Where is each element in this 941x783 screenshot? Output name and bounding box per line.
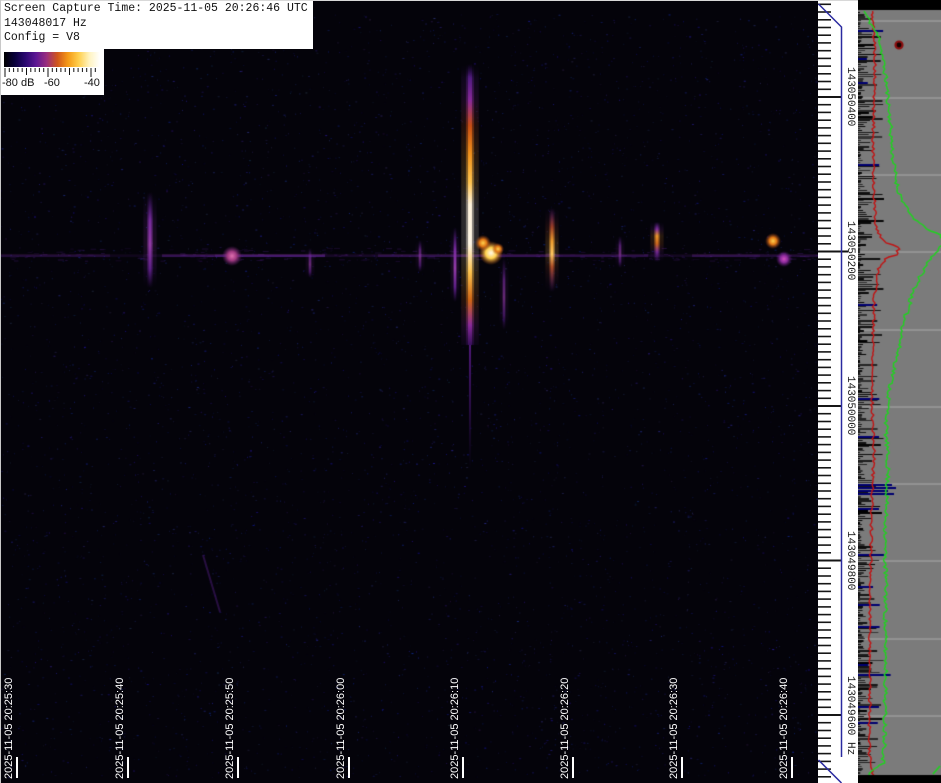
colorbar-labels: -80 dB -60 -40	[0, 77, 104, 93]
freq-axis-label: 143050000	[844, 376, 856, 436]
colorbar-label-mid: -60	[44, 77, 60, 89]
capture-info-box: Screen Capture Time: 2025-11-05 20:26:46…	[0, 0, 313, 49]
live-spectrum-side-panel	[858, 0, 941, 783]
capture-time-text: Screen Capture Time: 2025-11-05 20:26:46…	[4, 2, 308, 15]
freq-axis-label: 143049600 Hz	[844, 676, 856, 756]
top-border-line	[0, 0, 858, 1]
frequency-text: 143048017 Hz	[4, 16, 87, 30]
colorbar-label-min: -80 dB	[2, 77, 35, 89]
left-border-line	[0, 0, 1, 783]
frequency-ruler: 143050400 143050200 143050000 143049800 1430…	[818, 0, 858, 783]
config-text: Config = V8	[4, 31, 80, 44]
freq-axis-label: 143049800	[844, 531, 856, 591]
spectrogram-screen: 2025-11-05 20:25:30 2025-11-05 20:25:40 20…	[0, 0, 941, 783]
waterfall-spectrogram-canvas	[0, 0, 818, 783]
colorbar-label-max: -40	[84, 77, 100, 89]
freq-axis-label: 143050200	[844, 221, 856, 281]
freq-axis-label: 143050400	[844, 67, 856, 127]
colorbar-gradient	[4, 52, 100, 67]
intensity-colorbar: -80 dB -60 -40	[0, 48, 104, 95]
